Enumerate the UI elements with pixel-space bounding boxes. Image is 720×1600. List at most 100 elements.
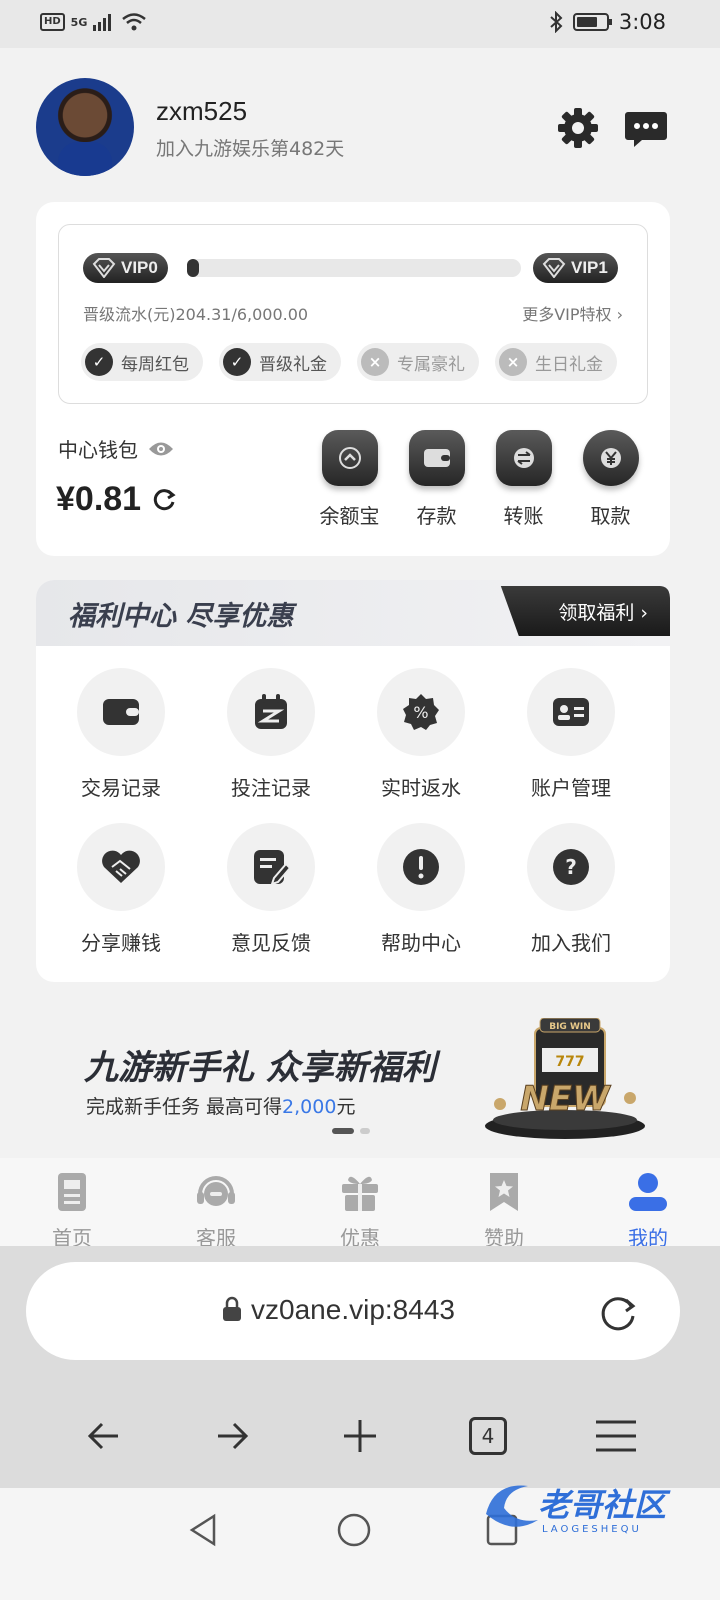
realtime-rebate-item[interactable]: % 实时返水 bbox=[346, 668, 496, 801]
vip-progress-fill bbox=[187, 259, 199, 277]
share-earn-item[interactable]: 分享赚钱 bbox=[46, 823, 196, 956]
perk-label: 晋级礼金 bbox=[259, 354, 327, 375]
bottom-tab-bar: 首页 客服 优惠 赞助 我的 bbox=[0, 1158, 720, 1250]
tab-support[interactable]: 客服 bbox=[144, 1158, 288, 1250]
welfare-item-label: 分享赚钱 bbox=[81, 931, 161, 955]
perk-exclusive-gift[interactable]: × 专属豪礼 bbox=[357, 343, 479, 381]
plus-icon bbox=[344, 1420, 376, 1452]
account-management-item[interactable]: 账户管理 bbox=[496, 668, 646, 801]
gear-icon[interactable] bbox=[556, 106, 600, 150]
promo-art-text: NEW bbox=[520, 1079, 611, 1119]
tab-sponsorship[interactable]: 赞助 bbox=[432, 1158, 576, 1250]
vip-progress-text: 晋级流水(元)204.31/6,000.00 bbox=[83, 305, 309, 324]
wallet-balance-row: ¥0.81 bbox=[56, 480, 177, 519]
watermark-logo: 老哥社区 LAOGESHEQU bbox=[486, 1485, 671, 1535]
tabs-button[interactable]: 4 bbox=[458, 1406, 518, 1466]
exclamation-icon bbox=[403, 849, 439, 885]
newbie-promo-banner[interactable]: 九游新手礼 众享新福利 完成新手任务 最高可得2,000元 777 BIG WI… bbox=[36, 1000, 670, 1150]
promo-subtitle-prefix: 完成新手任务 最高可得 bbox=[86, 1096, 283, 1118]
carousel-dot[interactable] bbox=[332, 1128, 354, 1134]
carousel-dot[interactable] bbox=[360, 1128, 370, 1134]
welfare-item-label: 帮助中心 bbox=[381, 931, 461, 955]
nav-home-icon[interactable] bbox=[334, 1510, 374, 1550]
tab-count: 4 bbox=[469, 1417, 507, 1455]
edit-note-icon bbox=[254, 850, 290, 886]
welfare-item-label: 实时返水 bbox=[381, 776, 461, 800]
account-card: VIP0 VIP1 晋级流水(元)204.31/6,000.00 更多VIP特权… bbox=[36, 202, 670, 556]
watermark-text: 老哥社区 bbox=[538, 1486, 671, 1524]
join-us-item[interactable]: ? 加入我们 bbox=[496, 823, 646, 956]
wifi-icon bbox=[122, 13, 147, 31]
refresh-icon[interactable] bbox=[151, 487, 177, 513]
hd-icon: HD bbox=[40, 13, 65, 31]
reload-icon[interactable] bbox=[596, 1290, 640, 1334]
new-tab-button[interactable] bbox=[330, 1406, 390, 1466]
transaction-records-item[interactable]: 交易记录 bbox=[46, 668, 196, 801]
carousel-dots bbox=[332, 1128, 370, 1134]
welfare-title: 福利中心 尽享优惠 bbox=[68, 601, 294, 632]
url-text: vz0ane.vip:8443 bbox=[251, 1294, 455, 1325]
user-icon bbox=[629, 1173, 667, 1211]
close-icon: × bbox=[499, 348, 527, 376]
vip-gem-icon bbox=[92, 258, 116, 278]
wallet-balance: ¥0.81 bbox=[56, 480, 142, 518]
action-label: 转账 bbox=[503, 504, 544, 528]
handshake-icon bbox=[102, 850, 140, 883]
joined-days: 加入九游娱乐第482天 bbox=[156, 138, 345, 160]
vip-progress-bar bbox=[187, 259, 521, 277]
chevron-up-icon bbox=[321, 430, 378, 486]
yuebao-button[interactable]: 余额宝 bbox=[306, 430, 393, 529]
close-icon: × bbox=[361, 348, 389, 376]
avatar[interactable] bbox=[36, 78, 134, 176]
vip-current-badge: VIP0 bbox=[83, 253, 168, 283]
browser-toolbar: vz0ane.vip:8443 4 bbox=[0, 1246, 720, 1488]
nav-back-icon[interactable] bbox=[184, 1510, 224, 1550]
wallet-actions: 余额宝 存款 转账 取款 bbox=[306, 430, 654, 529]
action-label: 取款 bbox=[590, 504, 631, 528]
signal-icon bbox=[93, 14, 112, 31]
welfare-item-label: 投注记录 bbox=[231, 776, 311, 800]
tab-promotions[interactable]: 优惠 bbox=[288, 1158, 432, 1250]
claim-welfare-button[interactable]: 领取福利 › bbox=[500, 586, 670, 636]
back-button[interactable] bbox=[74, 1406, 134, 1466]
menu-button[interactable] bbox=[586, 1406, 646, 1466]
withdraw-button[interactable]: 取款 bbox=[567, 430, 654, 529]
vip-next-label: VIP1 bbox=[571, 258, 608, 277]
bluetooth-icon bbox=[550, 11, 563, 33]
check-icon: ✓ bbox=[223, 348, 251, 376]
more-vip-link[interactable]: 更多VIP特权 › bbox=[522, 301, 623, 325]
deposit-button[interactable]: 存款 bbox=[393, 430, 480, 529]
perk-birthday-bonus[interactable]: × 生日礼金 bbox=[495, 343, 617, 381]
transfer-icon bbox=[495, 430, 552, 486]
perk-promotion-bonus[interactable]: ✓ 晋级礼金 bbox=[219, 343, 341, 381]
help-center-item[interactable]: 帮助中心 bbox=[346, 823, 496, 956]
tab-home[interactable]: 首页 bbox=[0, 1158, 144, 1250]
bookmark-star-icon bbox=[490, 1173, 518, 1211]
address-bar[interactable]: vz0ane.vip:8443 bbox=[26, 1262, 680, 1360]
feedback-item[interactable]: 意见反馈 bbox=[196, 823, 346, 956]
transfer-button[interactable]: 转账 bbox=[480, 430, 567, 529]
message-icon[interactable] bbox=[624, 106, 668, 150]
promo-subtitle: 完成新手任务 最高可得2,000元 bbox=[86, 1092, 355, 1119]
forward-button[interactable] bbox=[202, 1406, 262, 1466]
welfare-item-label: 意见反馈 bbox=[231, 931, 311, 955]
welfare-item-label: 账户管理 bbox=[531, 776, 611, 800]
username: zxm525 bbox=[156, 96, 248, 126]
welfare-item-label: 交易记录 bbox=[81, 776, 161, 800]
tab-mine[interactable]: 我的 bbox=[576, 1158, 720, 1250]
bet-records-item[interactable]: 投注记录 bbox=[196, 668, 346, 801]
profile-header: zxm525 加入九游娱乐第482天 bbox=[36, 76, 686, 176]
perk-weekly-redpacket[interactable]: ✓ 每周红包 bbox=[81, 343, 203, 381]
svg-text:%: % bbox=[413, 703, 428, 722]
status-right: 3:08 bbox=[549, 10, 666, 34]
perk-label: 每周红包 bbox=[121, 354, 189, 375]
vip-box[interactable]: VIP0 VIP1 晋级流水(元)204.31/6,000.00 更多VIP特权… bbox=[58, 224, 648, 404]
welfare-banner: 福利中心 尽享优惠 领取福利 › bbox=[36, 580, 670, 646]
wallet-label-row: 中心钱包 bbox=[58, 434, 174, 463]
perk-label: 生日礼金 bbox=[535, 354, 603, 375]
battery-icon bbox=[572, 13, 612, 31]
gift-icon bbox=[342, 1176, 378, 1211]
wallet-label: 中心钱包 bbox=[58, 438, 138, 462]
headset-icon bbox=[197, 1176, 235, 1206]
eye-icon[interactable] bbox=[148, 440, 174, 458]
